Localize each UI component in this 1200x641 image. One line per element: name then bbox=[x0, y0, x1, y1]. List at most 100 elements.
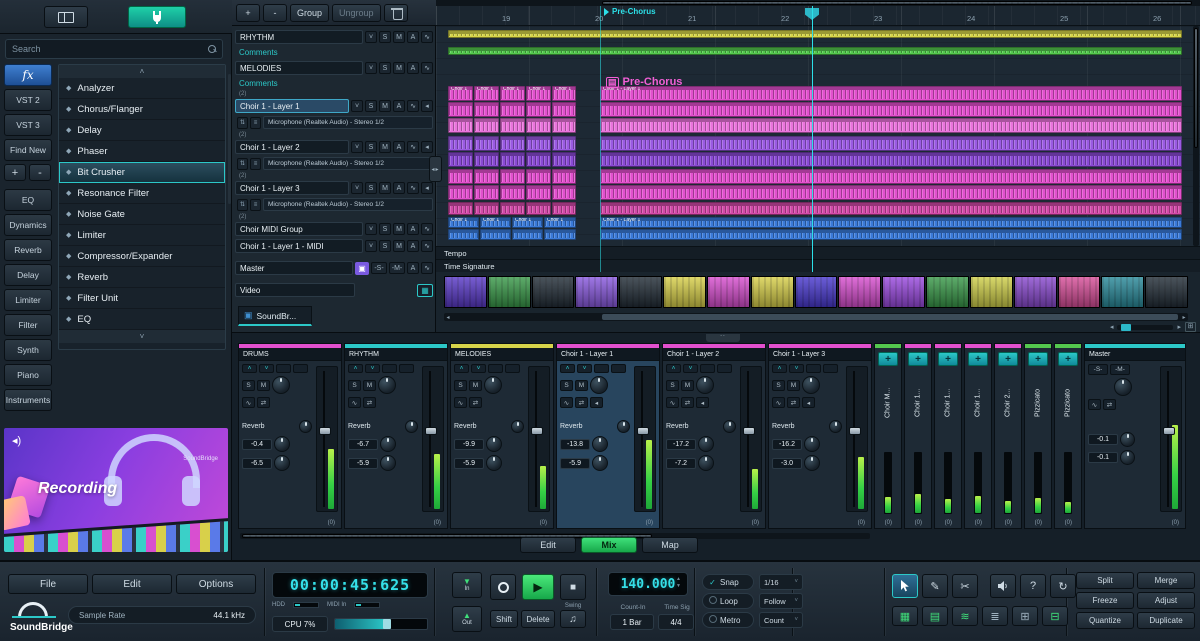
mute-button[interactable]: M bbox=[393, 62, 405, 74]
fold-button[interactable]: ˄ bbox=[348, 364, 363, 373]
mixer-tab-map[interactable]: Map bbox=[642, 537, 698, 553]
mute-button[interactable]: M bbox=[257, 380, 270, 391]
audio-clip[interactable] bbox=[474, 118, 499, 133]
audio-clip[interactable] bbox=[448, 202, 473, 215]
volume-value[interactable]: -0.1 bbox=[1088, 434, 1118, 445]
list-editor-button[interactable]: ≣ bbox=[982, 606, 1008, 626]
audio-clip[interactable]: Choir 1 bbox=[526, 86, 551, 101]
volume-value[interactable]: -9.9 bbox=[454, 439, 484, 450]
routing-icon[interactable]: ⇅ bbox=[237, 199, 248, 211]
solo-button[interactable]: S bbox=[379, 223, 391, 235]
expand-corner-icon[interactable]: ⊞ bbox=[1185, 322, 1196, 332]
audio-clip[interactable] bbox=[552, 118, 576, 133]
scroll-up-icon[interactable]: ˄ bbox=[59, 65, 225, 78]
track-row[interactable]: Choir 1 - Layer 1˅SMA∿◂ bbox=[235, 98, 433, 114]
monitor-icon[interactable]: ◂ bbox=[802, 397, 815, 408]
fold-button[interactable]: ˄ bbox=[242, 364, 257, 373]
audio-clip[interactable]: Choir 1 bbox=[500, 86, 525, 101]
audio-clip[interactable] bbox=[552, 202, 576, 215]
search-input[interactable]: Search bbox=[5, 39, 223, 59]
remove-track-button[interactable]: - bbox=[263, 4, 287, 22]
monitor-icon[interactable]: ◂ bbox=[421, 182, 433, 194]
groove-button[interactable]: ≋ bbox=[952, 606, 978, 626]
routing-icon[interactable]: ⇄ bbox=[575, 397, 588, 408]
audio-clip[interactable] bbox=[448, 136, 473, 151]
menu-icon[interactable]: ≡ bbox=[250, 199, 261, 211]
plugin-item[interactable]: ◆Analyzer bbox=[59, 78, 225, 99]
video-thumbnail[interactable] bbox=[575, 276, 618, 308]
solo-button[interactable]: -S- bbox=[371, 262, 387, 274]
audio-clip[interactable] bbox=[526, 202, 551, 215]
add-insert-button[interactable]: + bbox=[938, 352, 958, 366]
pan-knob[interactable] bbox=[617, 420, 630, 433]
category-eq[interactable]: EQ bbox=[4, 189, 52, 211]
mixer-collapse-handle[interactable]: ˉˉ bbox=[706, 334, 740, 342]
pan-value[interactable]: -5.9 bbox=[348, 458, 378, 469]
plugin-item[interactable]: ◆Reverb bbox=[59, 267, 225, 288]
slot-button[interactable] bbox=[823, 364, 838, 373]
browser-tab-find-new[interactable]: Find New bbox=[4, 139, 52, 161]
volume-value[interactable]: -6.7 bbox=[348, 439, 378, 450]
track-row[interactable]: Comments bbox=[235, 46, 433, 59]
audio-clip[interactable] bbox=[512, 229, 543, 240]
fader-handle[interactable] bbox=[425, 427, 437, 435]
plugin-browser-toggle-button[interactable] bbox=[128, 6, 186, 28]
action-merge-button[interactable]: Merge bbox=[1137, 572, 1195, 589]
slot-button[interactable] bbox=[700, 364, 715, 373]
audio-clip[interactable] bbox=[474, 152, 499, 167]
video-thumbnail[interactable] bbox=[751, 276, 794, 308]
add-insert-button[interactable]: + bbox=[1058, 352, 1078, 366]
audio-clip[interactable] bbox=[526, 118, 551, 133]
mixer-tab-edit[interactable]: Edit bbox=[520, 537, 576, 553]
audio-clip[interactable]: Choir 1 bbox=[512, 217, 543, 228]
plugin-item[interactable]: ◆Limiter bbox=[59, 225, 225, 246]
timeline-v-scrollbar[interactable] bbox=[1193, 26, 1199, 246]
plugin-item[interactable]: ◆Compressor/Expander bbox=[59, 246, 225, 267]
video-thumbnail[interactable] bbox=[1145, 276, 1188, 308]
fold-button[interactable]: ˄ bbox=[454, 364, 469, 373]
category-instruments[interactable]: Instruments bbox=[4, 389, 52, 411]
track-name[interactable]: MELODIES bbox=[235, 61, 363, 75]
pan-knob[interactable] bbox=[511, 420, 524, 433]
track-name[interactable]: RHYTHM bbox=[235, 30, 363, 44]
track-row[interactable]: Choir MIDI Group˅SMA∿ bbox=[235, 221, 433, 237]
audio-clip[interactable] bbox=[474, 169, 499, 184]
video-thumbnail[interactable] bbox=[1058, 276, 1101, 308]
browser-tab-fx[interactable]: fx bbox=[4, 64, 52, 86]
audio-clip[interactable] bbox=[600, 136, 1182, 151]
mixer-channel[interactable]: +Pizzicato(0) bbox=[1054, 343, 1082, 529]
group-button[interactable]: Group bbox=[290, 4, 329, 22]
mute-button[interactable]: M bbox=[469, 380, 482, 391]
audio-clip[interactable] bbox=[600, 152, 1182, 167]
mute-button[interactable]: -M- bbox=[389, 262, 405, 274]
monitor-icon[interactable]: ◂ bbox=[421, 100, 433, 112]
audio-clip[interactable] bbox=[448, 152, 473, 167]
audio-clip[interactable]: Choir 1 bbox=[448, 217, 479, 228]
collapse-icon[interactable]: ˅ bbox=[365, 62, 377, 74]
add-insert-button[interactable]: + bbox=[1028, 352, 1048, 366]
automation-button[interactable]: A bbox=[393, 182, 405, 194]
automation-icon[interactable]: ∿ bbox=[348, 397, 361, 408]
volume-fader[interactable] bbox=[422, 366, 444, 512]
track-row[interactable]: RHYTHM˅SMA∿ bbox=[235, 29, 433, 45]
automation-button[interactable]: A bbox=[407, 31, 419, 43]
pan-knob[interactable] bbox=[299, 420, 312, 433]
routing-icon[interactable]: ⇄ bbox=[363, 397, 376, 408]
slot-button[interactable] bbox=[488, 364, 503, 373]
action-duplicate-button[interactable]: Duplicate bbox=[1137, 612, 1195, 629]
browser-tab-vst-3[interactable]: VST 3 bbox=[4, 114, 52, 136]
mute-button[interactable]: M bbox=[393, 31, 405, 43]
action-adjust-button[interactable]: Adjust bbox=[1137, 592, 1195, 609]
promo-banner[interactable]: ◂) Recording SoundBridge bbox=[4, 428, 228, 552]
mixer-channel[interactable]: Choir 1 - Layer 1˄˅SM∿⇄◂Reverb-13.8-5.9(… bbox=[556, 343, 660, 529]
fold-button[interactable]: ˅ bbox=[789, 364, 804, 373]
plugin-item[interactable]: ◆Filter Unit bbox=[59, 288, 225, 309]
volume-fader[interactable] bbox=[740, 366, 762, 512]
audio-clip[interactable] bbox=[526, 185, 551, 200]
plugin-item[interactable]: ◆Bit Crusher bbox=[59, 162, 225, 183]
audio-clip[interactable] bbox=[600, 102, 1182, 117]
category-limiter[interactable]: Limiter bbox=[4, 289, 52, 311]
track-name[interactable]: Choir 1 - Layer 1 - MIDI bbox=[235, 239, 363, 253]
track-row[interactable]: Choir 1 - Layer 1 - MIDI˅SMA∿ bbox=[235, 238, 433, 254]
add-plugin-button[interactable]: + bbox=[4, 164, 26, 181]
